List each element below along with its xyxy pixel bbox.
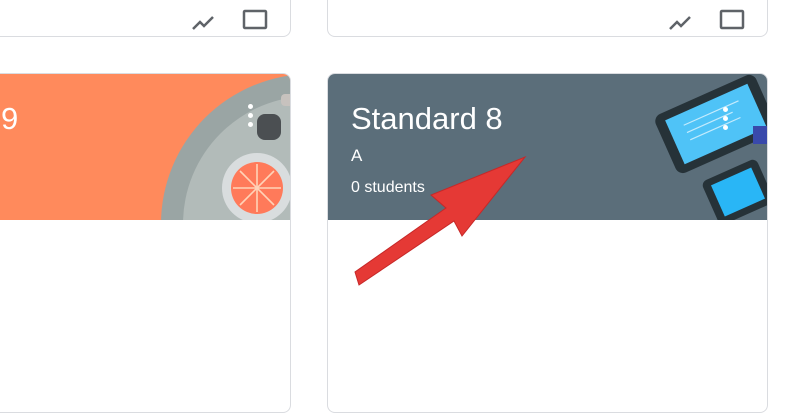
class-card-top-left[interactable]	[0, 0, 291, 37]
class-card-9[interactable]: 9	[0, 73, 291, 413]
class-banner[interactable]: 9	[0, 74, 290, 220]
class-card-top-right[interactable]	[327, 0, 768, 37]
banner-illustration	[655, 74, 767, 220]
class-card-actions	[669, 8, 745, 30]
trending-icon[interactable]	[192, 16, 214, 30]
class-card-actions	[192, 8, 268, 30]
class-banner[interactable]: Standard 8 A 0 students	[328, 74, 767, 220]
student-count: 0 students	[351, 179, 425, 196]
class-title[interactable]: Standard 8	[351, 101, 503, 137]
more-vert-icon[interactable]	[245, 104, 255, 134]
class-section: A	[351, 146, 363, 165]
folder-icon[interactable]	[242, 8, 268, 30]
class-title[interactable]: 9	[1, 101, 18, 137]
banner-illustration	[161, 75, 290, 220]
class-card-standard-8[interactable]: Standard 8 A 0 students	[327, 73, 768, 413]
folder-icon[interactable]	[719, 8, 745, 30]
trending-icon[interactable]	[669, 16, 691, 30]
more-vert-icon[interactable]	[720, 107, 730, 137]
